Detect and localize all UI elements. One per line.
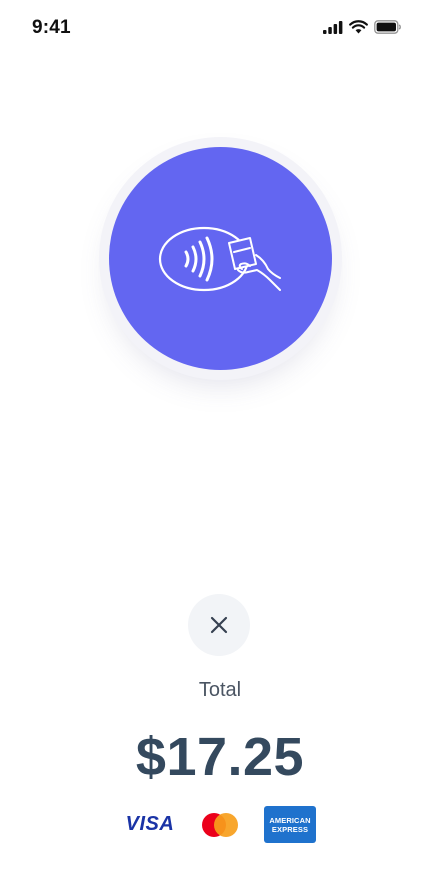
status-icons (323, 20, 402, 34)
amex-line2: EXPRESS (271, 824, 309, 834)
visa-logo: VISA (125, 813, 175, 835)
total-amount: $17.25 (135, 727, 305, 787)
wifi-icon (349, 20, 368, 34)
mastercard-logo (202, 812, 238, 837)
cancel-button[interactable] (188, 594, 250, 656)
total-label: Total (198, 679, 242, 701)
close-icon (210, 616, 228, 634)
amex-logo: AMERICAN EXPRESS (264, 806, 316, 843)
status-bar: 9:41 (0, 0, 440, 56)
cellular-signal-icon (323, 20, 343, 34)
amex-line1: AMERICAN (269, 815, 311, 825)
battery-icon (374, 20, 401, 34)
contactless-tap-icon (158, 226, 281, 291)
accepted-cards: VISA AMERICAN EXPRESS (0, 806, 440, 843)
tap-to-pay-target[interactable] (109, 147, 332, 370)
status-time: 9:41 (32, 17, 71, 38)
